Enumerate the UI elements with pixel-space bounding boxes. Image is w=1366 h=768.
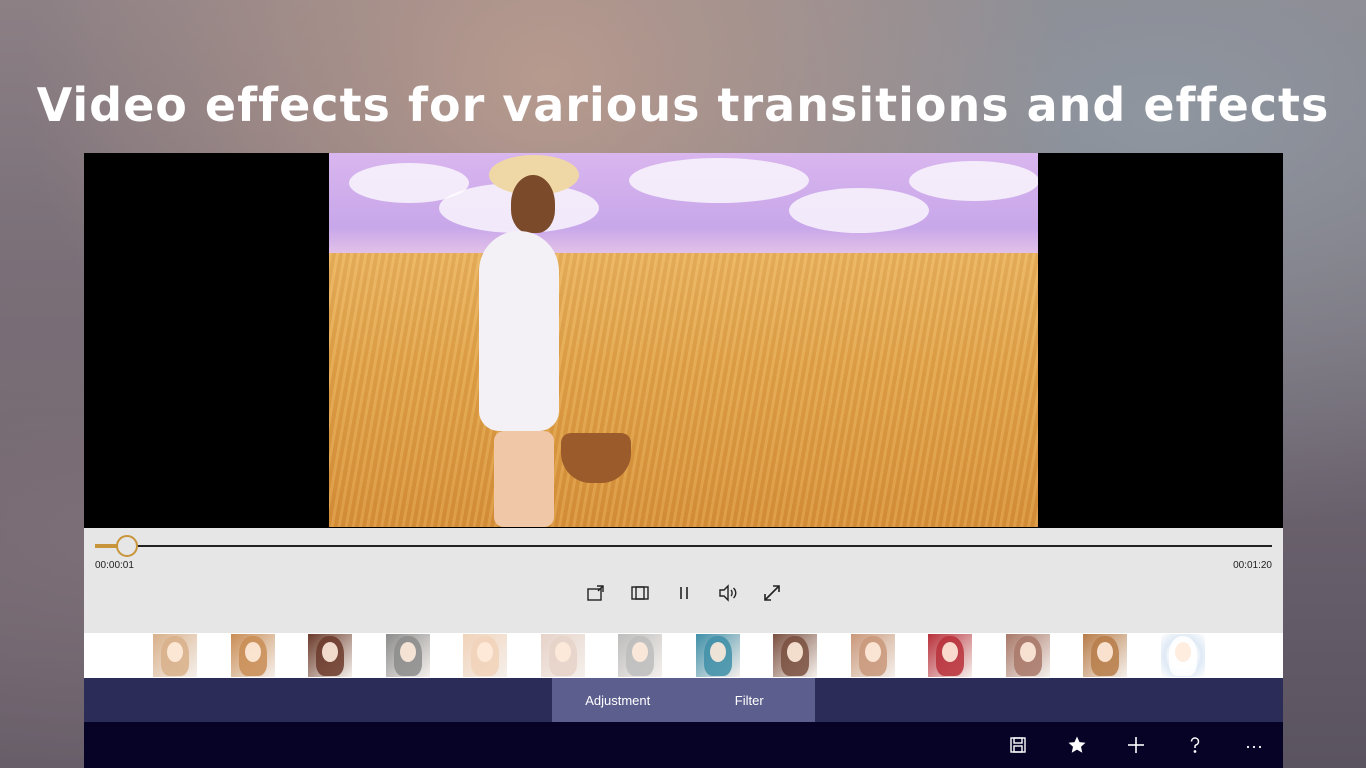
more-button[interactable] <box>1224 722 1283 768</box>
video-frame[interactable] <box>329 153 1038 527</box>
effect-thumb-grid[interactable] <box>1005 634 1050 677</box>
pause-icon <box>679 587 688 599</box>
fullscreen-button[interactable] <box>760 581 784 605</box>
tab-adjustment[interactable]: Adjustment <box>552 678 684 722</box>
add-button[interactable] <box>1106 722 1165 768</box>
crop-button[interactable] <box>628 581 652 605</box>
wheat-field <box>329 253 1038 527</box>
command-bar <box>84 722 1283 768</box>
total-time: 00:01:20 <box>1233 560 1272 571</box>
star-icon <box>1068 736 1085 753</box>
effect-thumb-cyan[interactable] <box>695 634 740 677</box>
current-time: 00:00:01 <box>95 560 134 571</box>
girl-legs <box>494 431 554 527</box>
effect-thumb-original[interactable] <box>153 634 197 677</box>
playback-controls <box>84 578 1283 608</box>
effect-thumb-splash[interactable] <box>1160 634 1205 677</box>
effect-thumb-warm[interactable] <box>230 634 275 677</box>
effect-thumb-mosaic[interactable] <box>773 634 817 677</box>
expand-icon <box>763 585 780 601</box>
effect-thumbnail-strip <box>84 633 1283 678</box>
effect-thumb-sepia[interactable] <box>1083 634 1127 677</box>
effect-thumb-soft[interactable] <box>850 634 895 677</box>
plus-icon <box>1127 737 1144 753</box>
effect-thumb-sketch[interactable] <box>618 634 662 677</box>
favorite-button[interactable] <box>1047 722 1106 768</box>
effect-thumb-grayscale[interactable] <box>385 634 430 677</box>
effect-thumb-dark[interactable] <box>308 634 352 677</box>
effect-thumb-bright[interactable] <box>463 634 507 677</box>
volume-button[interactable] <box>716 581 740 605</box>
pause-button[interactable] <box>672 581 696 605</box>
flower-basket <box>561 433 631 483</box>
tab-filter[interactable]: Filter <box>684 678 816 722</box>
video-preview-area <box>84 153 1283 528</box>
video-editor-window: 00:00:01 00:01:20 Adjustment Filter <box>84 153 1283 768</box>
seek-track[interactable] <box>95 545 1272 547</box>
save-icon <box>1009 737 1026 753</box>
tab-group: Adjustment Filter <box>552 678 815 722</box>
help-icon <box>1190 737 1199 753</box>
crop-icon <box>630 586 649 600</box>
help-button[interactable] <box>1165 722 1224 768</box>
seek-thumb[interactable] <box>115 535 138 557</box>
volume-icon <box>718 584 736 602</box>
girl-head <box>511 175 555 233</box>
effect-thumb-vivid[interactable] <box>928 634 972 677</box>
rotate-icon <box>586 585 604 601</box>
headline: Video effects for various transitions an… <box>36 78 1330 132</box>
save-button[interactable] <box>988 722 1047 768</box>
rotate-button[interactable] <box>584 581 608 605</box>
more-icon <box>1246 745 1261 749</box>
tab-bar: Adjustment Filter <box>84 678 1283 722</box>
effect-thumb-faded[interactable] <box>540 634 585 677</box>
girl-dress <box>479 231 559 431</box>
